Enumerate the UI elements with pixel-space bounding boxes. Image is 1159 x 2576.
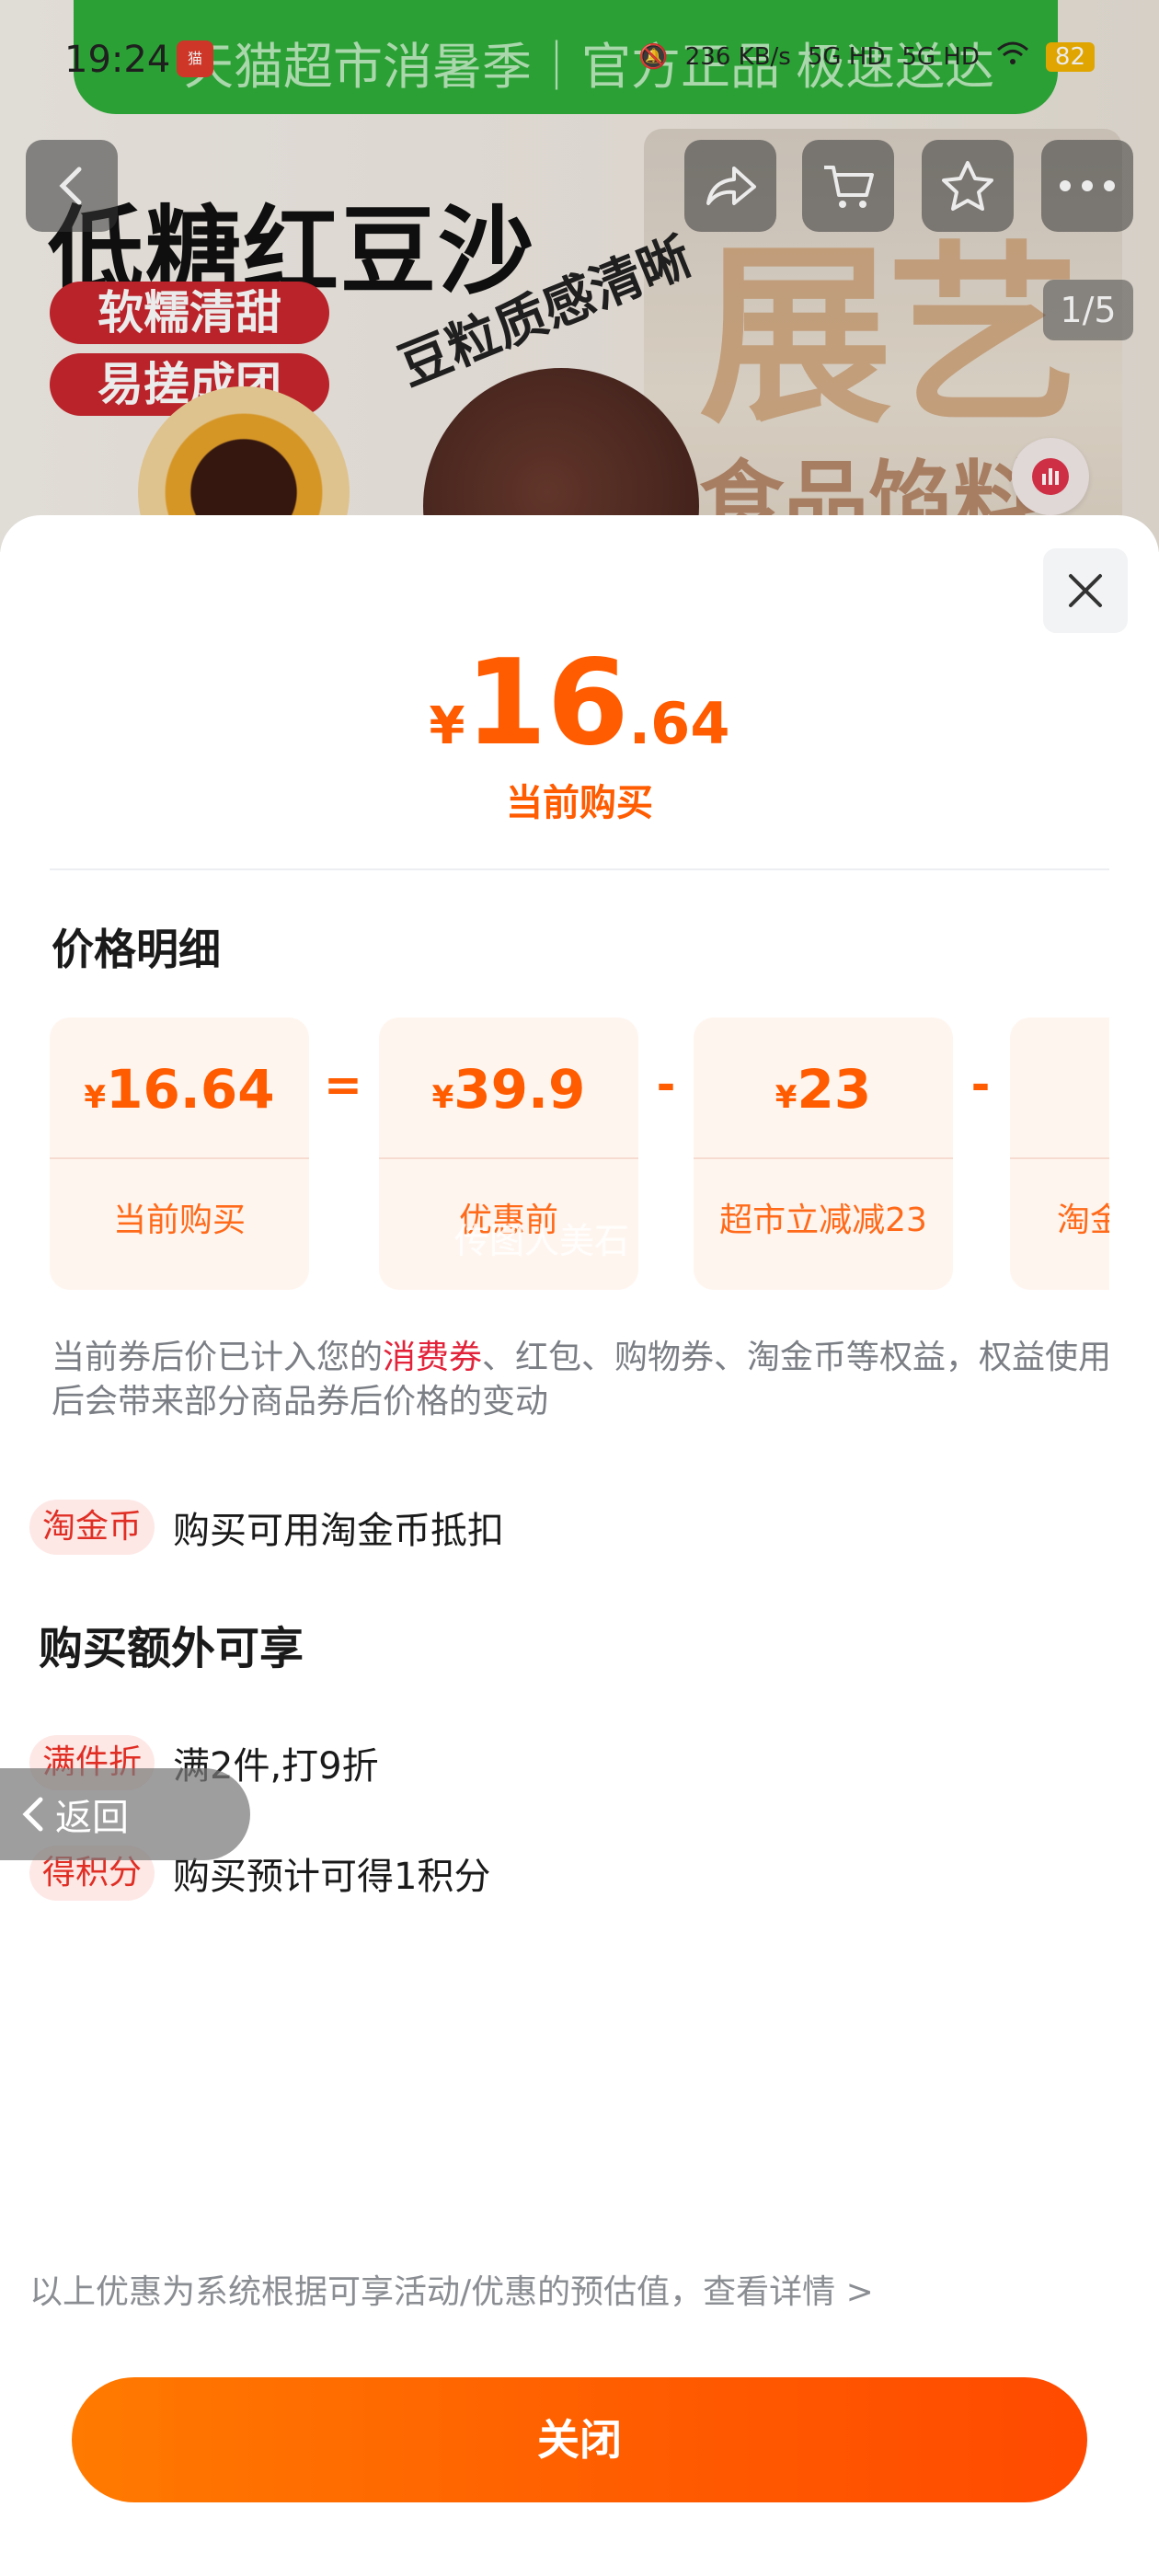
close-button[interactable]: 关闭 (72, 2377, 1087, 2502)
card-value: 23 (797, 1058, 872, 1121)
chevron-left-icon (22, 1797, 43, 1832)
card-value: 39.9 (453, 1058, 586, 1121)
close-sheet-button[interactable] (1043, 548, 1128, 633)
watermark-text: 传图人美石 (454, 1221, 630, 1261)
floating-back-label: 返回 (55, 1797, 129, 1839)
card-divider (694, 1157, 953, 1159)
card-label: 淘金币抵扣 (1056, 1202, 1109, 1239)
benefit-text: 购买可用淘金币抵扣 (173, 1510, 505, 1552)
current-price: ¥16.64 (0, 635, 1159, 772)
breakdown-card: ¥0 淘金币抵扣 (1010, 1018, 1109, 1290)
price-decimal: .64 (628, 690, 730, 757)
price-caption: 当前购买 (506, 782, 653, 824)
note-highlight: 消费券 (383, 1339, 483, 1376)
card-divider (379, 1157, 638, 1159)
card-currency: ¥ (84, 1079, 107, 1116)
floating-back-button[interactable]: 返回 (0, 1768, 250, 1860)
card-currency: ¥ (775, 1079, 798, 1116)
breakdown-title: 价格明细 (52, 925, 221, 974)
card-divider (1010, 1157, 1109, 1159)
price-currency: ¥ (429, 696, 465, 756)
note-text: 当前券后价已计入您的 (52, 1339, 384, 1376)
details-link[interactable]: 以上优惠为系统根据可享活动/优惠的预估值，查看详情 > (29, 2265, 874, 2313)
overlay-dim (0, 0, 1159, 552)
price-note: 当前券后价已计入您的消费券、红包、购物券、淘金币等权益，权益使用后会带来部分商品… (52, 1336, 1119, 1424)
price-integer: 16 (465, 635, 629, 772)
minus-operator: - (970, 1058, 991, 1111)
card-divider (50, 1157, 309, 1159)
minus-operator: - (656, 1058, 676, 1111)
card-currency: ¥ (431, 1079, 454, 1116)
divider (50, 868, 1109, 870)
benefit-tag: 淘金币 (29, 1500, 155, 1555)
coin-benefit-row: 淘金币 购买可用淘金币抵扣 (29, 1500, 504, 1555)
card-label: 超市立减减23 (719, 1202, 927, 1239)
breakdown-card: ¥23 超市立减减23 (694, 1018, 953, 1290)
equals-operator: = (324, 1058, 362, 1111)
product-image-area: 展艺 食品馅料 天猫超市消暑季｜官方正品 极速送达 低糖红豆沙 软糯清甜 易搓成… (0, 0, 1159, 552)
extra-benefits-title: 购买额外可享 (39, 1623, 304, 1674)
card-label: 当前购买 (112, 1202, 246, 1239)
close-icon (1069, 574, 1102, 607)
card-value: 16.64 (106, 1058, 275, 1121)
breakdown-card: ¥16.64 当前购买 (50, 1018, 309, 1290)
